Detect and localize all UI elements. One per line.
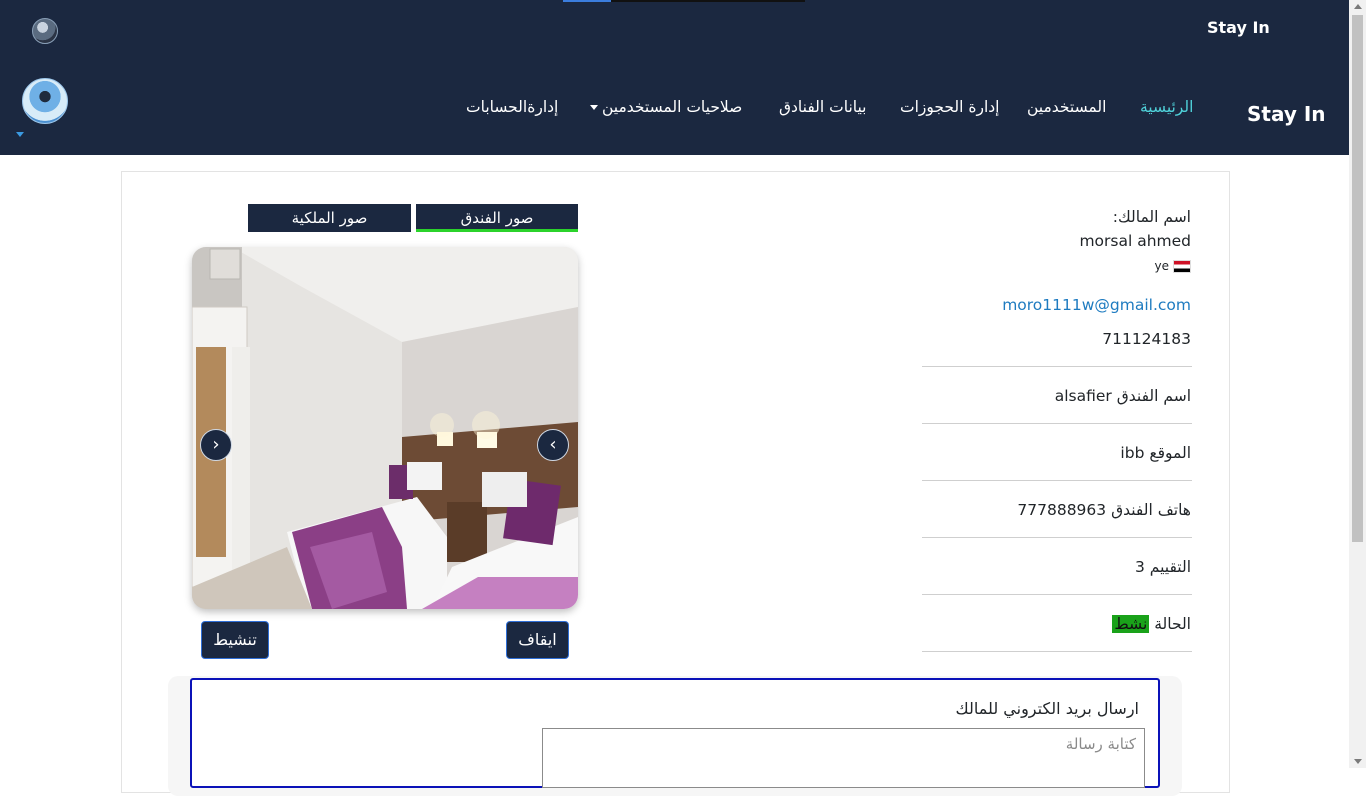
country-code: ye [1154,259,1169,273]
mini-avatar[interactable] [32,18,58,44]
tab-ownership-photos[interactable]: صور الملكية [248,204,411,232]
owner-name: morsal ahmed [1079,232,1191,250]
divider [922,651,1192,652]
scroll-down-arrow-icon[interactable] [1354,759,1362,764]
main-nav: الرئيسية المستخدمين إدارة الحجوزات بيانا… [0,98,1366,122]
hotel-status-label: الحالة [1154,615,1191,633]
hotel-room-photo [192,247,578,609]
avatar-caret-icon[interactable] [16,132,24,137]
divider [922,480,1192,481]
owner-email-link[interactable]: moro1111w@gmail.com [1002,296,1191,314]
divider [922,537,1192,538]
top-accent-blue [563,0,611,2]
nav-home[interactable]: الرئيسية [1140,98,1193,116]
nav-permissions-dropdown[interactable]: صلاحيات المستخدمين [590,98,742,116]
owner-label: اسم المالك: [1112,208,1191,226]
stop-button[interactable]: ايقاف [506,621,569,659]
hotel-phone-row: هاتف الفندق 777888963 [1017,501,1191,519]
hotel-location-label: الموقع [1149,444,1191,462]
hotel-name-value: alsafier [1054,387,1112,405]
divider [922,366,1192,367]
chevron-right-icon: › [212,434,220,455]
hotel-rating-row: التقييم 3 [1135,558,1191,576]
top-navbar [0,0,1349,155]
yemen-flag-icon [1173,260,1191,273]
email-form-title: ارسال بريد الكتروني للمالك [955,699,1139,718]
message-textarea[interactable] [542,728,1145,788]
nav-permissions-label: صلاحيات المستخدمين [602,98,743,116]
divider [922,423,1192,424]
owner-phone: 711124183 [1102,330,1191,348]
hotel-phone-value: 777888963 [1017,501,1107,519]
carousel-next-button[interactable]: ‹ [537,429,569,461]
hotel-rating-value: 3 [1134,558,1145,576]
hotel-rating-label: التقييم [1149,558,1191,576]
nav-hotels[interactable]: بيانات الفنادق [779,98,866,116]
chevron-left-icon: ‹ [549,434,557,455]
tab-hotel-photos[interactable]: صور الفندق [416,204,578,232]
hotel-location-row: الموقع ibb [1120,444,1191,462]
scroll-thumb[interactable] [1352,15,1363,542]
page-scrollbar[interactable] [1349,0,1366,768]
caret-down-icon [590,105,598,110]
hotel-status-row: الحالة نشط [1112,615,1191,633]
divider [922,594,1192,595]
owner-email[interactable]: moro1111w@gmail.com [1002,296,1191,314]
brand-top[interactable]: Stay In [1207,18,1270,37]
activate-button[interactable]: تنشيط [201,621,269,659]
nav-users[interactable]: المستخدمين [1027,98,1106,116]
status-badge: نشط [1112,615,1150,633]
scroll-up-arrow-icon[interactable] [1354,4,1362,9]
top-accent-dark [611,0,805,2]
owner-country: ye [1155,259,1191,273]
hotel-phone-label: هاتف الفندق [1111,501,1191,519]
user-avatar[interactable] [22,78,68,124]
hotel-name-row: اسم الفندق alsafier [1055,387,1191,405]
hotel-location-value: ibb [1120,444,1145,462]
carousel-prev-button[interactable]: › [200,429,232,461]
hotel-photo-carousel [192,247,578,609]
hotel-name-label: اسم الفندق [1116,387,1191,405]
nav-bookings[interactable]: إدارة الحجوزات [900,98,999,116]
nav-accounts[interactable]: إدارةالحسابات [466,98,558,116]
